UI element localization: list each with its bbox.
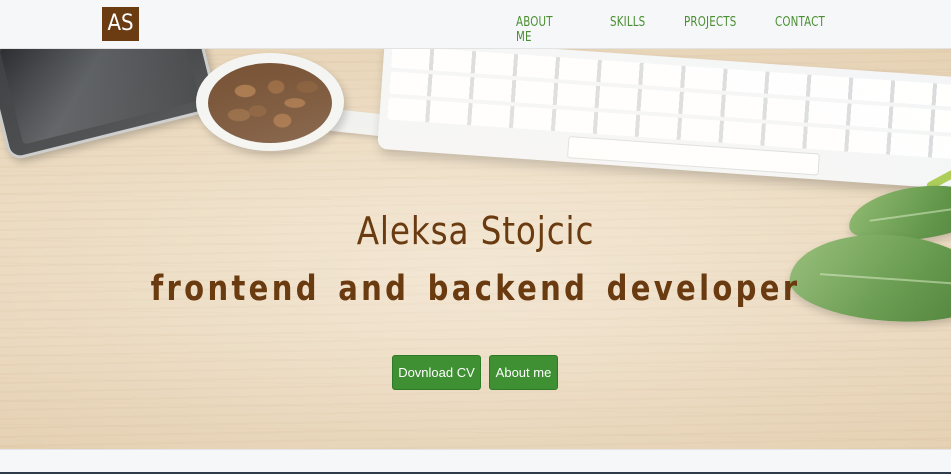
nav-link-about-me[interactable]: ABOUT ME (516, 15, 553, 45)
nav-link-contact[interactable]: CONTACT (775, 15, 825, 30)
nav-link-skills[interactable]: SKILLS (610, 15, 645, 30)
about-me-button[interactable]: About me (489, 355, 558, 390)
hero-section: Aleksa Stojcic frontend and backend deve… (0, 49, 951, 449)
hero-name: Aleksa Stojcic (356, 209, 595, 253)
hero-subtitle: frontend and backend developer (150, 269, 801, 309)
next-section-top (0, 449, 951, 474)
download-cv-button[interactable]: Dovnload CV (392, 355, 481, 390)
logo[interactable]: AS (102, 7, 139, 41)
navbar: AS ABOUT ME SKILLS PROJECTS CONTACT (0, 0, 951, 49)
nav-link-projects[interactable]: PROJECTS (684, 15, 736, 30)
